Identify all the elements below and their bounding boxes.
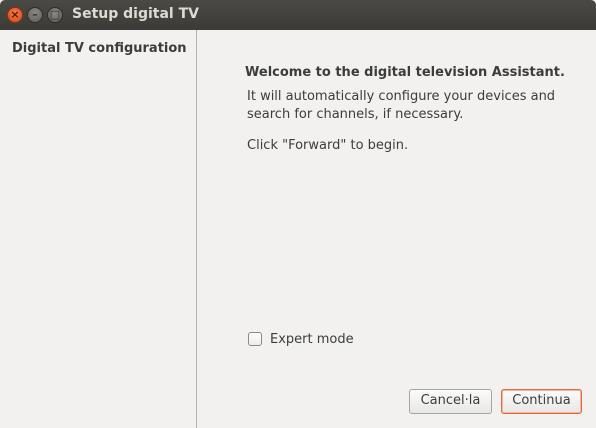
maximize-window-button[interactable]: □ bbox=[47, 7, 63, 23]
assistant-sidebar: Digital TV configuration bbox=[0, 30, 197, 428]
close-window-button[interactable]: × bbox=[7, 7, 23, 23]
page-heading: Welcome to the digital television Assist… bbox=[245, 65, 565, 80]
window-title: Setup digital TV bbox=[72, 6, 199, 22]
page-instruction: Click "Forward" to begin. bbox=[247, 138, 409, 153]
setup-window: × – □ Setup digital TV Digital TV config… bbox=[0, 0, 596, 428]
forward-button[interactable]: Continua bbox=[501, 389, 582, 414]
maximize-icon: □ bbox=[49, 8, 61, 21]
assistant-page: Welcome to the digital television Assist… bbox=[197, 30, 596, 428]
cancel-button[interactable]: Cancel·la bbox=[409, 389, 492, 414]
minimize-window-button[interactable]: – bbox=[27, 7, 43, 23]
title-bar[interactable]: × – □ Setup digital TV bbox=[0, 0, 596, 30]
page-description: It will automatically configure your dev… bbox=[247, 89, 556, 122]
expert-mode-option[interactable]: Expert mode bbox=[248, 330, 354, 348]
sidebar-item-digital-tv-configuration: Digital TV configuration bbox=[12, 41, 187, 56]
minimize-icon: – bbox=[32, 8, 38, 21]
expert-mode-checkbox[interactable] bbox=[248, 332, 262, 346]
close-icon: × bbox=[10, 8, 20, 21]
expert-mode-label[interactable]: Expert mode bbox=[270, 332, 354, 347]
